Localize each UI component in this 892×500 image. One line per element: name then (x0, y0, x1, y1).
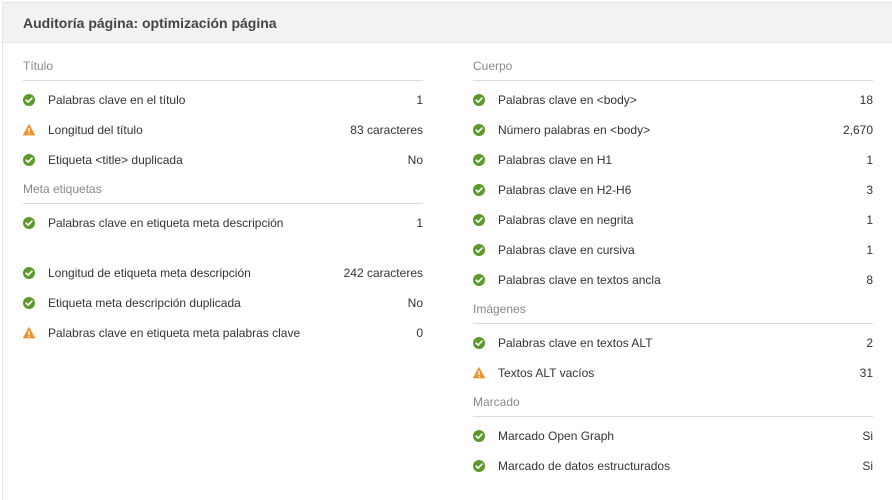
check-row: Textos ALT vacíos 31 (473, 363, 873, 393)
check-label: Palabras clave en textos ancla (498, 273, 661, 287)
check-row: Etiqueta meta descripción duplicada No (23, 293, 423, 323)
check-label: Etiqueta <title> duplicada (48, 153, 183, 167)
check-value: 1 (416, 93, 423, 107)
check-circle-icon (473, 272, 485, 286)
check-row: Palabras clave en textos ancla 8 (473, 270, 873, 300)
check-value: 1 (416, 216, 423, 230)
check-label: Textos ALT vacíos (498, 366, 595, 380)
check-value: 0 (416, 326, 423, 340)
check-circle-icon (473, 92, 485, 106)
check-row: Palabras clave en etiqueta meta palabras… (23, 323, 423, 373)
section-title-meta-etiquetas: Meta etiquetas (23, 180, 423, 204)
check-label: Palabras clave en etiqueta meta palabras… (48, 326, 301, 340)
section-title-marcado: Marcado (473, 393, 873, 417)
check-row: Marcado de datos estructurados Si (473, 456, 873, 486)
check-row: Etiqueta <title> duplicada No (23, 150, 423, 180)
check-row: Palabras clave en H1 1 (473, 150, 873, 180)
check-label: Palabras clave en negrita (498, 213, 634, 227)
check-label: Palabras clave en textos ALT (498, 336, 653, 350)
left-column: Título Palabras clave en el título 1 Lon… (23, 57, 423, 373)
check-value: 18 (859, 93, 873, 107)
check-circle-icon (23, 265, 35, 279)
check-value: 83 caracteres (350, 123, 423, 137)
warning-icon (23, 122, 35, 136)
panel-header: Auditoría página: optimización página (3, 3, 892, 43)
check-value: 242 caracteres (343, 266, 423, 280)
check-circle-icon (473, 122, 485, 136)
check-label: Longitud de etiqueta meta descripción (48, 266, 251, 280)
check-row: Número palabras en <body> 2,670 (473, 120, 873, 150)
check-circle-icon (473, 212, 485, 226)
check-row: Marcado Open Graph Si (473, 426, 873, 456)
check-circle-icon (473, 428, 485, 442)
warning-icon (23, 325, 35, 339)
check-value: No (407, 153, 423, 167)
check-row: Palabras clave en H2-H6 3 (473, 180, 873, 210)
check-circle-icon (473, 335, 485, 349)
section-title-cuerpo: Cuerpo (473, 57, 873, 81)
check-value: 31 (859, 366, 873, 380)
check-circle-icon (473, 182, 485, 196)
check-label: Marcado de datos estructurados (498, 459, 671, 473)
section-title-imagenes: Imágenes (473, 300, 873, 324)
check-label: Palabras clave en el título (48, 93, 186, 107)
check-circle-icon (23, 152, 35, 166)
section-title-titulo: Título (23, 57, 423, 81)
check-row: Palabras clave en cursiva 1 (473, 240, 873, 270)
check-circle-icon (23, 92, 35, 106)
check-label: Longitud del título (48, 123, 143, 137)
check-label: Palabras clave en H1 (498, 153, 613, 167)
check-row: Longitud del título 83 caracteres (23, 120, 423, 150)
check-value: 8 (866, 273, 873, 287)
check-label: Palabras clave en H2-H6 (498, 183, 632, 197)
right-column: Cuerpo Palabras clave en <body> 18 Númer… (473, 57, 873, 486)
check-circle-icon (473, 458, 485, 472)
check-value: 2,670 (842, 123, 873, 137)
check-label: Número palabras en <body> (498, 123, 651, 137)
check-circle-icon (23, 295, 35, 309)
check-value: 1 (866, 243, 873, 257)
check-circle-icon (473, 242, 485, 256)
warning-icon (473, 365, 485, 379)
check-value: 1 (866, 153, 873, 167)
check-value: 3 (866, 183, 873, 197)
page-title: Auditoría página: optimización página (23, 14, 277, 31)
check-label: Palabras clave en cursiva (498, 243, 635, 257)
check-label: Palabras clave en <body> (498, 93, 637, 107)
check-label: Etiqueta meta descripción duplicada (48, 296, 241, 310)
check-value: No (407, 296, 423, 310)
check-value: Si (862, 429, 873, 443)
check-row: Palabras clave en textos ALT 2 (473, 333, 873, 363)
check-row: Palabras clave en negrita 1 (473, 210, 873, 240)
check-value: 1 (866, 213, 873, 227)
check-row: Longitud de etiqueta meta descripción 24… (23, 263, 423, 293)
check-circle-icon (23, 215, 35, 229)
audit-panel: Auditoría página: optimización página Tí… (2, 2, 892, 500)
check-row: Palabras clave en etiqueta meta descripc… (23, 213, 423, 263)
check-circle-icon (473, 152, 485, 166)
check-label: Marcado Open Graph (498, 429, 615, 443)
check-label: Palabras clave en etiqueta meta descripc… (48, 216, 284, 230)
check-value: Si (862, 459, 873, 473)
check-value: 2 (866, 336, 873, 350)
check-row: Palabras clave en el título 1 (23, 90, 423, 120)
check-row: Palabras clave en <body> 18 (473, 90, 873, 120)
